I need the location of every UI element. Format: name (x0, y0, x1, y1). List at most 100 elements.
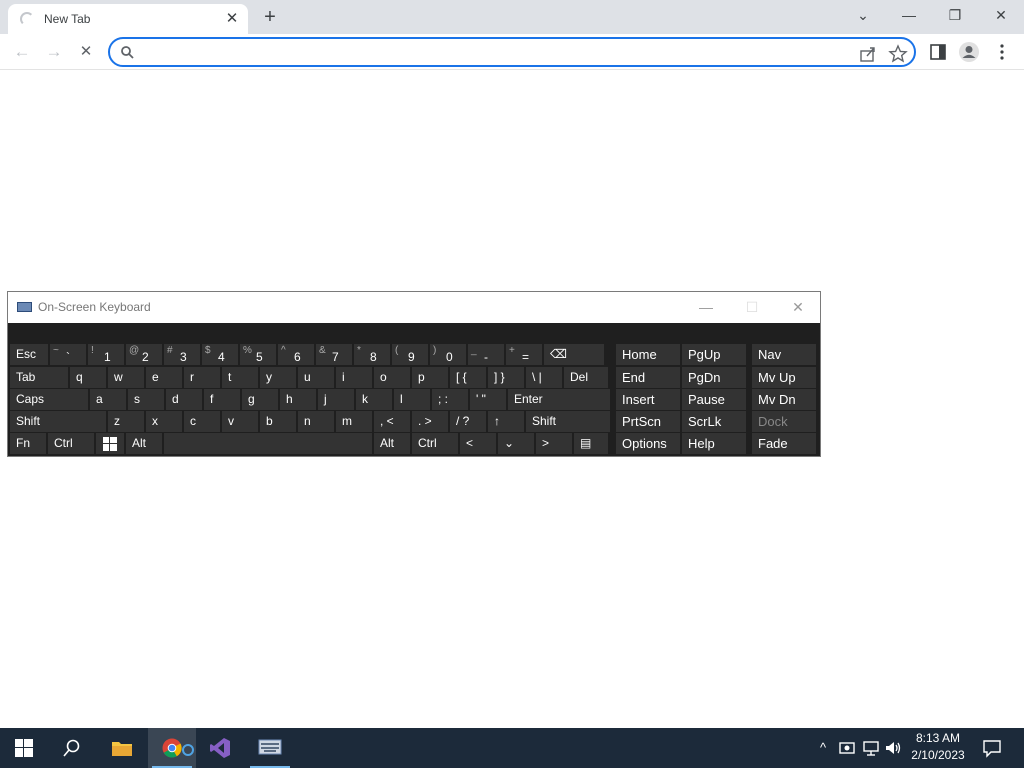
search-button[interactable] (48, 728, 96, 768)
tab-close-icon[interactable]: ✕ (224, 10, 240, 28)
row3-2[interactable]: s (128, 389, 164, 410)
key-12[interactable]: _ - (468, 344, 504, 365)
nav-key-4-2[interactable]: Fade (752, 433, 816, 454)
row3-3[interactable]: d (166, 389, 202, 410)
nav-key-0-1[interactable]: PgUp (682, 344, 746, 365)
row3-11[interactable]: ' " (470, 389, 506, 410)
side-panel-icon[interactable] (928, 42, 948, 62)
file-explorer-button[interactable] (98, 728, 146, 768)
row2-2[interactable]: w (108, 367, 144, 388)
bookmark-star-icon[interactable] (888, 44, 908, 64)
row3-4[interactable]: f (204, 389, 240, 410)
stop-loading-button[interactable]: ✕ (74, 40, 98, 64)
row2-0[interactable]: Tab (10, 367, 68, 388)
row4-12[interactable]: Shift (526, 411, 610, 432)
row2-1[interactable]: q (70, 367, 106, 388)
key-13[interactable]: + = (506, 344, 542, 365)
profile-avatar-icon[interactable] (958, 41, 980, 63)
network-icon[interactable] (862, 738, 880, 758)
start-button[interactable] (0, 728, 48, 768)
nav-key-3-1[interactable]: ScrLk (682, 411, 746, 432)
nav-key-0-0[interactable]: Home (616, 344, 680, 365)
taskbar-clock[interactable]: 8:13 AM 2/10/2023 (906, 730, 970, 764)
restore-button[interactable]: ❐ (932, 0, 978, 32)
key-alt[interactable]: Alt (126, 433, 162, 454)
osk-minimize-button[interactable]: — (686, 294, 726, 320)
nav-key-1-0[interactable]: End (616, 367, 680, 388)
key-6[interactable]: % 5 (240, 344, 276, 365)
row3-7[interactable]: j (318, 389, 354, 410)
key-esc[interactable]: Esc (10, 344, 48, 365)
row4-2[interactable]: x (146, 411, 182, 432)
nav-key-0-2[interactable]: Nav (752, 344, 816, 365)
key-10[interactable]: (9 (392, 344, 428, 365)
osk-taskbar-button[interactable] (246, 728, 294, 768)
key-7[interactable]: ^ 6 (278, 344, 314, 365)
row4-4[interactable]: v (222, 411, 258, 432)
notifications-icon[interactable] (982, 738, 1002, 758)
nav-key-1-1[interactable]: PgDn (682, 367, 746, 388)
close-window-button[interactable]: ✕ (978, 0, 1024, 32)
row4-1[interactable]: z (108, 411, 144, 432)
minimize-button[interactable]: — (886, 0, 932, 32)
windows-key[interactable] (96, 433, 124, 454)
row3-9[interactable]: l (394, 389, 430, 410)
row2-10[interactable]: p (412, 367, 448, 388)
chrome-taskbar-button[interactable] (148, 728, 196, 768)
row3-10[interactable]: ; : (432, 389, 468, 410)
nav-key-1-2[interactable]: Mv Up (752, 367, 816, 388)
row2-3[interactable]: e (146, 367, 182, 388)
row2-13[interactable]: \ | (526, 367, 562, 388)
row3-0[interactable]: Caps (10, 389, 88, 410)
row3-8[interactable]: k (356, 389, 392, 410)
key-4[interactable]: #3 (164, 344, 200, 365)
key-5[interactable]: $4 (202, 344, 238, 365)
key-1[interactable]: ~ ` (50, 344, 86, 365)
show-hidden-icons-chevron-icon[interactable]: ^ (814, 738, 832, 758)
row2-14[interactable]: Del (564, 367, 608, 388)
key-ctrl2[interactable]: Ctrl (412, 433, 458, 454)
row3-1[interactable]: a (90, 389, 126, 410)
row2-6[interactable]: y (260, 367, 296, 388)
key-9[interactable]: * 8 (354, 344, 390, 365)
row2-11[interactable]: [ { (450, 367, 486, 388)
row4-5[interactable]: b (260, 411, 296, 432)
nav-key-3-2[interactable]: Dock (752, 411, 816, 432)
osk-title-bar[interactable]: On-Screen Keyboard — ☐ ✕ (8, 292, 820, 323)
address-bar[interactable] (108, 37, 916, 67)
key-ctrl[interactable]: Ctrl (48, 433, 94, 454)
row4-3[interactable]: c (184, 411, 220, 432)
nav-key-2-1[interactable]: Pause (682, 389, 746, 410)
share-icon[interactable] (858, 44, 878, 64)
key-backspace[interactable]: ⌫ (544, 344, 604, 365)
volume-icon[interactable] (884, 738, 902, 758)
nav-key-3-0[interactable]: PrtScn (616, 411, 680, 432)
new-tab-button[interactable]: + (258, 5, 282, 29)
row3-12[interactable]: Enter (508, 389, 610, 410)
row4-9[interactable]: . > (412, 411, 448, 432)
key-right[interactable]: > (536, 433, 572, 454)
key-menu[interactable]: ▤ (574, 433, 608, 454)
row2-7[interactable]: u (298, 367, 334, 388)
key-3[interactable]: @2 (126, 344, 162, 365)
key-fn[interactable]: Fn (10, 433, 46, 454)
nav-key-2-2[interactable]: Mv Dn (752, 389, 816, 410)
key-11[interactable]: ) 0 (430, 344, 466, 365)
row2-9[interactable]: o (374, 367, 410, 388)
nav-key-2-0[interactable]: Insert (616, 389, 680, 410)
address-input[interactable] (138, 42, 838, 62)
row3-6[interactable]: h (280, 389, 316, 410)
row3-5[interactable]: g (242, 389, 278, 410)
nav-key-4-1[interactable]: Help (682, 433, 746, 454)
forward-button[interactable]: → (42, 40, 66, 64)
key-alt2[interactable]: Alt (374, 433, 410, 454)
key-down[interactable]: ⌄ (498, 433, 534, 454)
row4-6[interactable]: n (298, 411, 334, 432)
row2-8[interactable]: i (336, 367, 372, 388)
row4-11[interactable]: ↑ (488, 411, 524, 432)
security-icon[interactable] (838, 738, 856, 758)
row2-12[interactable]: ] } (488, 367, 524, 388)
back-button[interactable]: ← (10, 40, 34, 64)
row2-4[interactable]: r (184, 367, 220, 388)
row4-8[interactable]: , < (374, 411, 410, 432)
